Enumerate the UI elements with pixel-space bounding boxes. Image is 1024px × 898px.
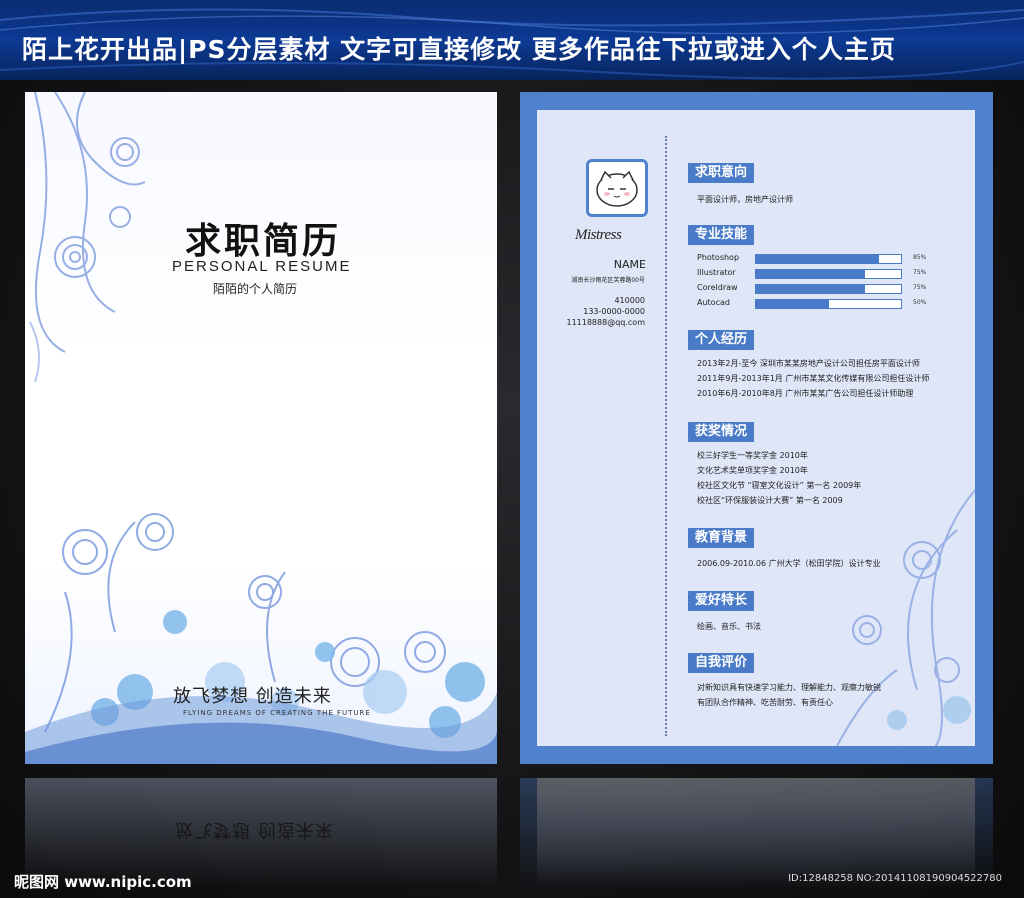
awards-list: 校三好学生一等奖学金 2010年 文化艺术奖单项奖学金 2010年 校社区文化节…	[697, 448, 861, 508]
skill-bar	[755, 254, 902, 264]
display-stage: 求职简历 PERSONAL RESUME 陌陌的个人简历 放飞梦想 创造未来 F…	[0, 80, 1024, 898]
section-intention-title: 求职意向	[688, 163, 755, 183]
watermark-id: ID:12848258 NO:20141108190904522780	[788, 873, 1002, 884]
self-eval-item: 对新知识具有快速学习能力、理解能力、观察力敏锐	[697, 683, 881, 692]
resume-reflection	[520, 778, 993, 888]
skill-bar-fill	[756, 270, 865, 278]
award-item: 文化艺术奖单项奖学金 2010年	[697, 466, 808, 475]
profile-contact: 410000 133-0000-0000 11118888@qq.com	[566, 295, 645, 328]
resume-inner-panel: Mistress NAME 湖南长沙雨花区芙蓉路00号 410000 133-0…	[537, 110, 975, 746]
floral-swirl-decoration	[25, 92, 497, 764]
cover-slogan: 放飞梦想 创造未来	[173, 686, 332, 707]
intention-text: 平面设计师，房地产设计师	[697, 195, 793, 204]
skill-bar-fill	[756, 300, 829, 308]
skill-name: Autocad	[697, 298, 730, 307]
top-banner: 陌上花开出品|PS分层素材 文字可直接修改 更多作品往下拉或进入个人主页	[0, 0, 1024, 80]
cover-slogan-en: FLYING DREAMS OF CREATING THE FUTURE	[183, 709, 371, 717]
skill-percent: 50%	[913, 299, 927, 306]
profile-address: 湖南长沙雨花区芙蓉路00号	[571, 277, 645, 284]
avatar	[586, 159, 648, 217]
cartoon-face-icon	[596, 170, 638, 207]
experience-item: 2011年9月-2013年1月 广州市某某文化传媒有限公司担任设计师	[697, 374, 930, 383]
skill-bar	[755, 299, 902, 309]
section-experience-title: 个人经历	[688, 330, 755, 350]
skill-percent: 75%	[913, 284, 927, 291]
profile-zip: 410000	[614, 296, 645, 305]
skill-name: Coreldraw	[697, 283, 738, 292]
profile-phone: 133-0000-0000	[583, 307, 645, 316]
experience-item: 2010年6月-2010年8月 广州市某某广告公司担任设计师助理	[697, 389, 914, 398]
watermark-site: 昵图网 www.nipic.com	[14, 873, 192, 891]
skill-bar-fill	[756, 285, 865, 293]
resume-content-page: Mistress NAME 湖南长沙雨花区芙蓉路00号 410000 133-0…	[520, 92, 993, 764]
banner-title: 陌上花开出品|PS分层素材 文字可直接修改 更多作品往下拉或进入个人主页	[22, 35, 896, 64]
skill-bar	[755, 284, 902, 294]
cover-subtitle-cn: 陌陌的个人简历	[213, 282, 298, 296]
self-eval-item: 有团队合作精神、吃苦耐劳、有责任心	[697, 698, 833, 707]
skill-name: Photoshop	[697, 253, 740, 262]
skill-bar	[755, 269, 902, 279]
profile-name-script: Mistress	[575, 227, 622, 243]
award-item: 校社区文化节 “寝室文化设计” 第一名 2009年	[697, 481, 862, 490]
skill-percent: 85%	[913, 254, 927, 261]
self-eval-list: 对新知识具有快速学习能力、理解能力、观察力敏锐 有团队合作精神、吃苦耐劳、有责任…	[697, 680, 881, 710]
section-awards-title: 获奖情况	[688, 422, 755, 442]
profile-email: 11118888@qq.com	[566, 318, 645, 327]
profile-name: NAME	[613, 258, 646, 271]
resume-cover-page: 求职简历 PERSONAL RESUME 陌陌的个人简历 放飞梦想 创造未来 F…	[25, 92, 497, 764]
experience-list: 2013年2月-至今 深圳市某某房地产设计公司担任房平面设计师 2011年9月-…	[697, 356, 929, 401]
hobbies-text: 绘画、音乐、书法	[697, 622, 761, 631]
section-hobbies-title: 爱好特长	[688, 591, 755, 611]
award-item: 校社区“环保服装设计大赛” 第一名 2009	[697, 496, 843, 505]
section-self-eval-title: 自我评价	[688, 653, 755, 673]
section-skills-title: 专业技能	[688, 225, 755, 245]
cover-title: 求职简历	[185, 220, 342, 262]
cover-subtitle-en: PERSONAL RESUME	[172, 258, 352, 275]
resume-reflection-inner	[537, 778, 975, 888]
skill-percent: 75%	[913, 269, 927, 276]
experience-item: 2013年2月-至今 深圳市某某房地产设计公司担任房平面设计师	[697, 359, 920, 368]
skill-name: Illustrator	[697, 268, 736, 277]
section-education-title: 教育背景	[688, 528, 755, 548]
reflection-slogan: 放飞梦想 创造未来	[175, 819, 334, 840]
award-item: 校三好学生一等奖学金 2010年	[697, 451, 808, 460]
skill-bar-fill	[756, 255, 880, 263]
column-divider	[665, 136, 667, 736]
education-text: 2006.09-2010.06 广州大学（松田学院）设计专业	[697, 559, 881, 568]
